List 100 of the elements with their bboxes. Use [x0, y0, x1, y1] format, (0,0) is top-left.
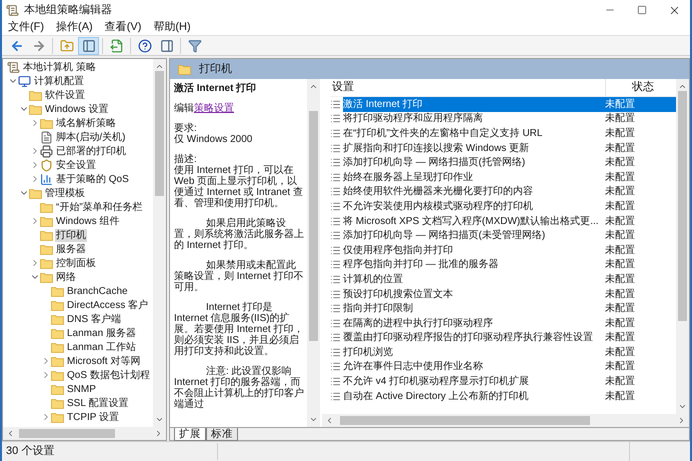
printer-icon	[40, 144, 53, 158]
arrow-right-icon	[32, 38, 46, 52]
setting-row[interactable]: 预设打印机搜索位置文本 未配置	[343, 286, 676, 302]
folder-icon	[40, 118, 53, 128]
menu-item[interactable]: 文件(F)	[2, 19, 50, 36]
tree-item[interactable]: SNMP	[66, 382, 97, 396]
setting-name: 指向并打印限制	[343, 302, 414, 316]
setting-row[interactable]: 将打印驱动程序和应用程序隔离 未配置	[343, 112, 676, 126]
tree-item[interactable]: 控制面板	[55, 256, 97, 270]
scroll-up-icon[interactable]	[309, 82, 318, 91]
tree-item[interactable]: TCPIP 设置	[66, 410, 120, 424]
setting-row[interactable]: 在隔离的进程中执行打印驱动程序 未配置	[343, 316, 676, 330]
tree-item[interactable]: Lanman 工作站	[66, 340, 137, 354]
tree-item[interactable]: SSL 配置设置	[66, 396, 130, 410]
setting-row[interactable]: 仅使用程序包指向并打印 未配置	[343, 242, 676, 258]
tree-item[interactable]: 计算机配置	[33, 74, 85, 88]
tree-item[interactable]: QoS 数据包计划程	[66, 368, 151, 382]
scroll-right-icon[interactable]	[154, 429, 163, 438]
description-paragraph: 如果禁用或未配置此策略设置，则 Internet 打印不可用。	[174, 260, 304, 293]
scrollbar-thumb[interactable]	[678, 91, 687, 321]
scrollbar-thumb[interactable]	[340, 416, 590, 425]
setting-status: 未配置	[605, 244, 635, 258]
setting-status: 未配置	[605, 288, 635, 302]
tree-item[interactable]: BranchCache	[66, 284, 129, 298]
vertical-scrollbar[interactable]	[307, 79, 320, 427]
setting-status: 未配置	[605, 330, 635, 346]
policy-setting-icon	[330, 98, 341, 110]
show-tree-button[interactable]	[78, 36, 99, 54]
horizontal-scrollbar[interactable]	[3, 427, 166, 440]
tree-item[interactable]: 服务器	[55, 242, 87, 256]
setting-row[interactable]: 打印机浏览 未配置	[343, 345, 676, 360]
scroll-icon	[7, 60, 20, 74]
setting-status: 未配置	[605, 200, 635, 214]
folder-icon	[51, 384, 64, 394]
tree-item[interactable]: 软件设置	[44, 88, 86, 102]
scroll-up-icon[interactable]	[678, 82, 687, 91]
scrollbar-thumb[interactable]	[19, 429, 115, 438]
view-tab[interactable]: 标准	[206, 428, 238, 441]
menu-item[interactable]: 帮助(H)	[147, 19, 197, 36]
setting-row[interactable]: 程序包指向并打印 — 批准的服务器 未配置	[343, 258, 676, 272]
tree-item[interactable]: 基于策略的 QoS	[55, 172, 130, 186]
setting-row[interactable]: 添加打印机向导 — 网络扫描页(托管网络) 未配置	[343, 155, 676, 170]
column-header[interactable]: 状态	[605, 79, 665, 96]
setting-row[interactable]: 不允许 v4 打印机驱动程序显示打印机扩展 未配置	[343, 374, 676, 389]
scrollbar-thumb[interactable]	[155, 71, 164, 196]
scroll-right-icon[interactable]	[677, 416, 686, 425]
view-tab[interactable]: 扩展	[174, 428, 206, 441]
setting-row[interactable]: 覆盖由打印驱动程序报告的打印驱动程序执行兼容性设置 未配置	[343, 330, 676, 346]
tree-item[interactable]: 打印机	[55, 228, 87, 242]
tree-item[interactable]: 网络	[55, 270, 77, 284]
tree-item[interactable]: Windows 设置	[44, 102, 110, 116]
menu-item[interactable]: 操作(A)	[50, 19, 99, 36]
tree-item[interactable]: Microsoft 对等网	[66, 354, 142, 368]
setting-row[interactable]: 始终使用软件光栅器来光栅化要打印的内容 未配置	[343, 184, 676, 200]
column-header[interactable]: 设置	[330, 79, 605, 96]
setting-row[interactable]: 不允许安装使用内核模式驱动程序的打印机 未配置	[343, 199, 676, 214]
setting-row[interactable]: 始终在服务器上呈现打印作业 未配置	[343, 170, 676, 185]
tree-item[interactable]: 管理模板	[44, 186, 86, 200]
scroll-left-icon[interactable]	[325, 416, 334, 425]
policy-settings-link[interactable]: 策略设置	[194, 103, 234, 114]
setting-row[interactable]: 计算机的位置 未配置	[343, 272, 676, 287]
setting-status: 未配置	[605, 272, 635, 287]
tree-item[interactable]: 本地计算机 策略	[22, 60, 97, 74]
scroll-down-icon[interactable]	[309, 415, 318, 424]
tree-item[interactable]: DNS 客户端	[66, 312, 122, 326]
tree-item[interactable]: Windows 组件	[55, 214, 120, 228]
horizontal-scrollbar[interactable]	[322, 414, 689, 427]
setting-name: 扩展指向和打印连接以搜索 Windows 更新	[343, 142, 530, 156]
maximize-icon	[637, 5, 647, 15]
tree-item[interactable]: 安全设置	[55, 158, 97, 172]
policy-setting-icon	[330, 259, 341, 270]
folder-up-icon	[60, 38, 74, 52]
vertical-scrollbar[interactable]	[153, 59, 166, 427]
setting-row[interactable]: 将 Microsoft XPS 文档写入程序(MXDW)默认输出格式更... 未配置	[343, 214, 676, 228]
setting-row[interactable]: 自动在 Active Directory 上公布新的打印机 未配置	[343, 388, 676, 404]
setting-row[interactable]: 指向并打印限制 未配置	[343, 301, 676, 316]
tree-item[interactable]: “开始”菜单和任务栏	[55, 200, 144, 214]
scrollbar-thumb[interactable]	[309, 111, 318, 341]
tree-item[interactable]: 脚本(启动/关机)	[55, 130, 126, 144]
tree-item[interactable]: Lanman 服务器	[66, 326, 137, 340]
policy-setting-icon	[330, 230, 341, 242]
setting-status: 未配置	[605, 316, 635, 331]
folder-icon	[40, 244, 53, 254]
tree-item[interactable]: DirectAccess 客户	[66, 298, 150, 312]
tree-item[interactable]: 已部署的打印机	[55, 144, 127, 158]
setting-name: 激活 Internet 打印	[343, 98, 424, 112]
setting-row[interactable]: 允许在事件日志中使用作业名称 未配置	[343, 360, 676, 374]
vertical-scrollbar[interactable]	[676, 79, 689, 414]
setting-status: 未配置	[605, 390, 635, 404]
setting-row[interactable]: 添加打印机向导 — 网络扫描页(未受管理网络) 未配置	[343, 228, 676, 243]
setting-status: 未配置	[605, 302, 635, 316]
scroll-left-icon[interactable]	[6, 429, 15, 438]
setting-row[interactable]: 激活 Internet 打印 未配置	[343, 97, 676, 112]
scroll-up-icon[interactable]	[155, 62, 164, 71]
tree-item[interactable]: 域名解析策略	[55, 116, 117, 130]
scroll-down-icon[interactable]	[678, 402, 687, 411]
scroll-down-icon[interactable]	[155, 415, 164, 424]
setting-row[interactable]: 在“打印机”文件夹的左窗格中自定义支持 URL 未配置	[343, 126, 676, 141]
menu-item[interactable]: 查看(V)	[98, 19, 148, 36]
setting-row[interactable]: 扩展指向和打印连接以搜索 Windows 更新 未配置	[343, 140, 676, 156]
